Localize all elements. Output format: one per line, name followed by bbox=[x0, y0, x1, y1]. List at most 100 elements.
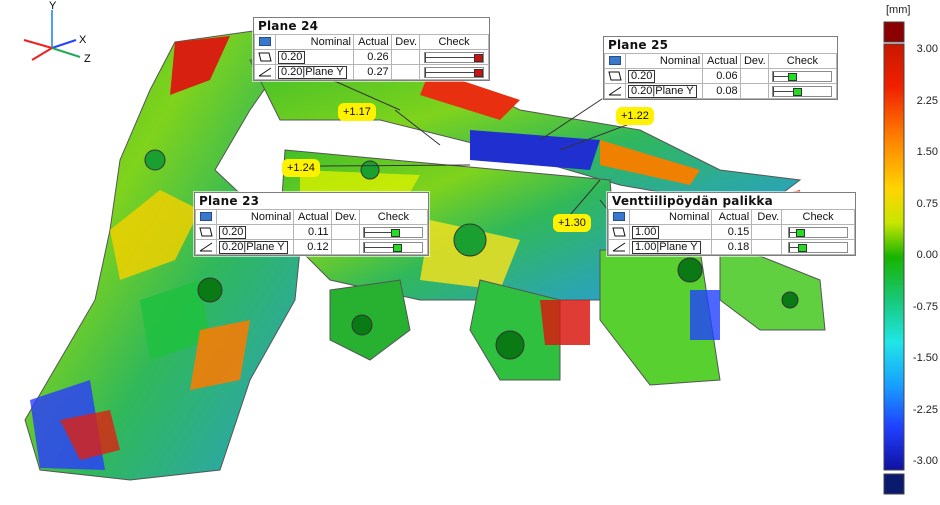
gauge-marker bbox=[798, 243, 808, 252]
actual-value: 0.27 bbox=[353, 64, 392, 80]
panel-title: Plane 25 bbox=[608, 38, 669, 52]
panel-title: Venttiilipöydän palikka bbox=[612, 194, 773, 208]
datum-ref: Plane Y bbox=[305, 65, 344, 78]
nominal-value: 0.20 bbox=[219, 225, 247, 239]
check-gauge bbox=[788, 226, 849, 238]
nominal-value: 0.20 bbox=[278, 50, 306, 64]
actual-value: 0.08 bbox=[702, 83, 741, 99]
gauge-bar bbox=[773, 90, 794, 92]
parallelism-icon bbox=[612, 242, 626, 252]
plane-24-panel[interactable]: Plane 24 Nominal Actual Dev. Check 0.20 … bbox=[253, 17, 490, 81]
datum-ref: Plane Y bbox=[655, 84, 694, 97]
header-nominal: Nominal bbox=[275, 34, 354, 50]
header-dev: Dev. bbox=[390, 34, 421, 50]
nominal-value: 0.20 bbox=[628, 69, 656, 83]
triad-x-label: X bbox=[79, 34, 87, 46]
actual-value: 0.11 bbox=[293, 224, 332, 240]
plane-23-tag[interactable]: +1.24 bbox=[282, 159, 320, 177]
triad-y-label: Y bbox=[49, 0, 57, 12]
palikka-panel[interactable]: Venttiilipöydän palikka Nominal Actual D… bbox=[607, 192, 856, 256]
palikka-tag[interactable]: +1.30 bbox=[553, 214, 591, 232]
check-gauge bbox=[424, 66, 485, 78]
legend-tick-label: -3.00 bbox=[912, 455, 938, 467]
gauge-bar bbox=[789, 231, 797, 233]
dev-value bbox=[390, 64, 421, 80]
legend-tick-label: -0.75 bbox=[912, 300, 938, 313]
check-gauge bbox=[363, 226, 424, 238]
dev-value bbox=[739, 83, 769, 99]
panel-title: Plane 23 bbox=[199, 194, 260, 208]
header-check: Check bbox=[781, 209, 855, 225]
check-gauge bbox=[772, 70, 833, 82]
plane-25-panel[interactable]: Plane 25 Nominal Actual Dev. Check 0.20 … bbox=[603, 36, 838, 100]
gauge-marker bbox=[393, 243, 403, 252]
axis-triad: Y X Z bbox=[23, 0, 91, 65]
legend-tick-label: 3.00 bbox=[916, 43, 938, 55]
parallelism-icon bbox=[608, 86, 622, 96]
actual-value: 0.06 bbox=[702, 68, 741, 84]
gauge-bar bbox=[773, 75, 789, 77]
legend-tick-label: -2.25 bbox=[912, 403, 938, 416]
header-check: Check bbox=[419, 34, 489, 50]
dev-value bbox=[330, 224, 360, 240]
plane-23-panel[interactable]: Plane 23 Nominal Actual Dev. Check 0.20 … bbox=[194, 192, 429, 256]
header-actual: Actual bbox=[702, 53, 741, 69]
parallelism-icon bbox=[199, 242, 213, 252]
legend-tick-label: 0.00 bbox=[916, 249, 938, 261]
feature-icon bbox=[200, 212, 212, 222]
flatness-icon bbox=[199, 227, 213, 237]
nominal-value: 0.20 bbox=[631, 84, 653, 97]
feature-icon bbox=[609, 56, 621, 66]
actual-value: 0.12 bbox=[293, 239, 332, 255]
header-dev: Dev. bbox=[739, 53, 769, 69]
header-check: Check bbox=[358, 209, 429, 225]
header-check: Check bbox=[767, 53, 838, 69]
dev-value bbox=[739, 68, 769, 84]
feature-icon bbox=[259, 37, 271, 47]
dev-value bbox=[751, 224, 783, 240]
header-nominal: Nominal bbox=[215, 209, 295, 225]
dev-value bbox=[330, 239, 360, 255]
legend-tick-label: -1.50 bbox=[912, 352, 938, 364]
legend-tick-label: 1.50 bbox=[916, 146, 938, 158]
actual-value: 0.18 bbox=[711, 239, 753, 255]
legend-under-swatch bbox=[883, 473, 905, 495]
header-dev: Dev. bbox=[330, 209, 360, 225]
actual-value: 0.26 bbox=[353, 49, 392, 65]
gauge-marker bbox=[793, 87, 803, 96]
gauge-bar bbox=[364, 246, 394, 248]
feature-icon bbox=[613, 212, 625, 222]
gauge-marker bbox=[796, 228, 806, 237]
actual-value: 0.15 bbox=[711, 224, 753, 240]
gauge-bar bbox=[789, 246, 799, 248]
check-gauge bbox=[363, 241, 424, 253]
datum-ref: Plane Y bbox=[246, 240, 285, 253]
nominal-value: 0.20 bbox=[281, 65, 303, 78]
header-actual: Actual bbox=[293, 209, 332, 225]
dev-value bbox=[390, 49, 421, 65]
gauge-bar bbox=[364, 231, 392, 233]
gauge-marker bbox=[788, 72, 798, 81]
plane-24-tag[interactable]: +1.17 bbox=[338, 103, 376, 121]
legend-tick-label: 0.75 bbox=[916, 197, 938, 210]
nominal-value: 1.00 bbox=[632, 225, 660, 239]
flatness-icon bbox=[608, 71, 622, 81]
triad-z-label: Z bbox=[84, 53, 91, 65]
legend-tick-label: 2.25 bbox=[916, 94, 938, 107]
check-gauge bbox=[424, 51, 485, 63]
legend-over-swatch bbox=[883, 21, 905, 43]
header-dev: Dev. bbox=[751, 209, 783, 225]
check-gauge bbox=[788, 241, 849, 253]
header-nominal: Nominal bbox=[628, 209, 713, 225]
gauge-marker bbox=[474, 68, 484, 77]
plane-25-tag[interactable]: +1.22 bbox=[616, 107, 654, 125]
nominal-value: 1.00 bbox=[635, 240, 657, 253]
flatness-icon bbox=[258, 52, 272, 62]
gauge-marker bbox=[474, 53, 484, 62]
header-actual: Actual bbox=[353, 34, 392, 50]
gauge-bar bbox=[425, 56, 475, 58]
parallelism-icon bbox=[258, 67, 272, 77]
panel-title: Plane 24 bbox=[258, 19, 319, 33]
check-gauge bbox=[772, 85, 833, 97]
flatness-icon bbox=[612, 227, 626, 237]
